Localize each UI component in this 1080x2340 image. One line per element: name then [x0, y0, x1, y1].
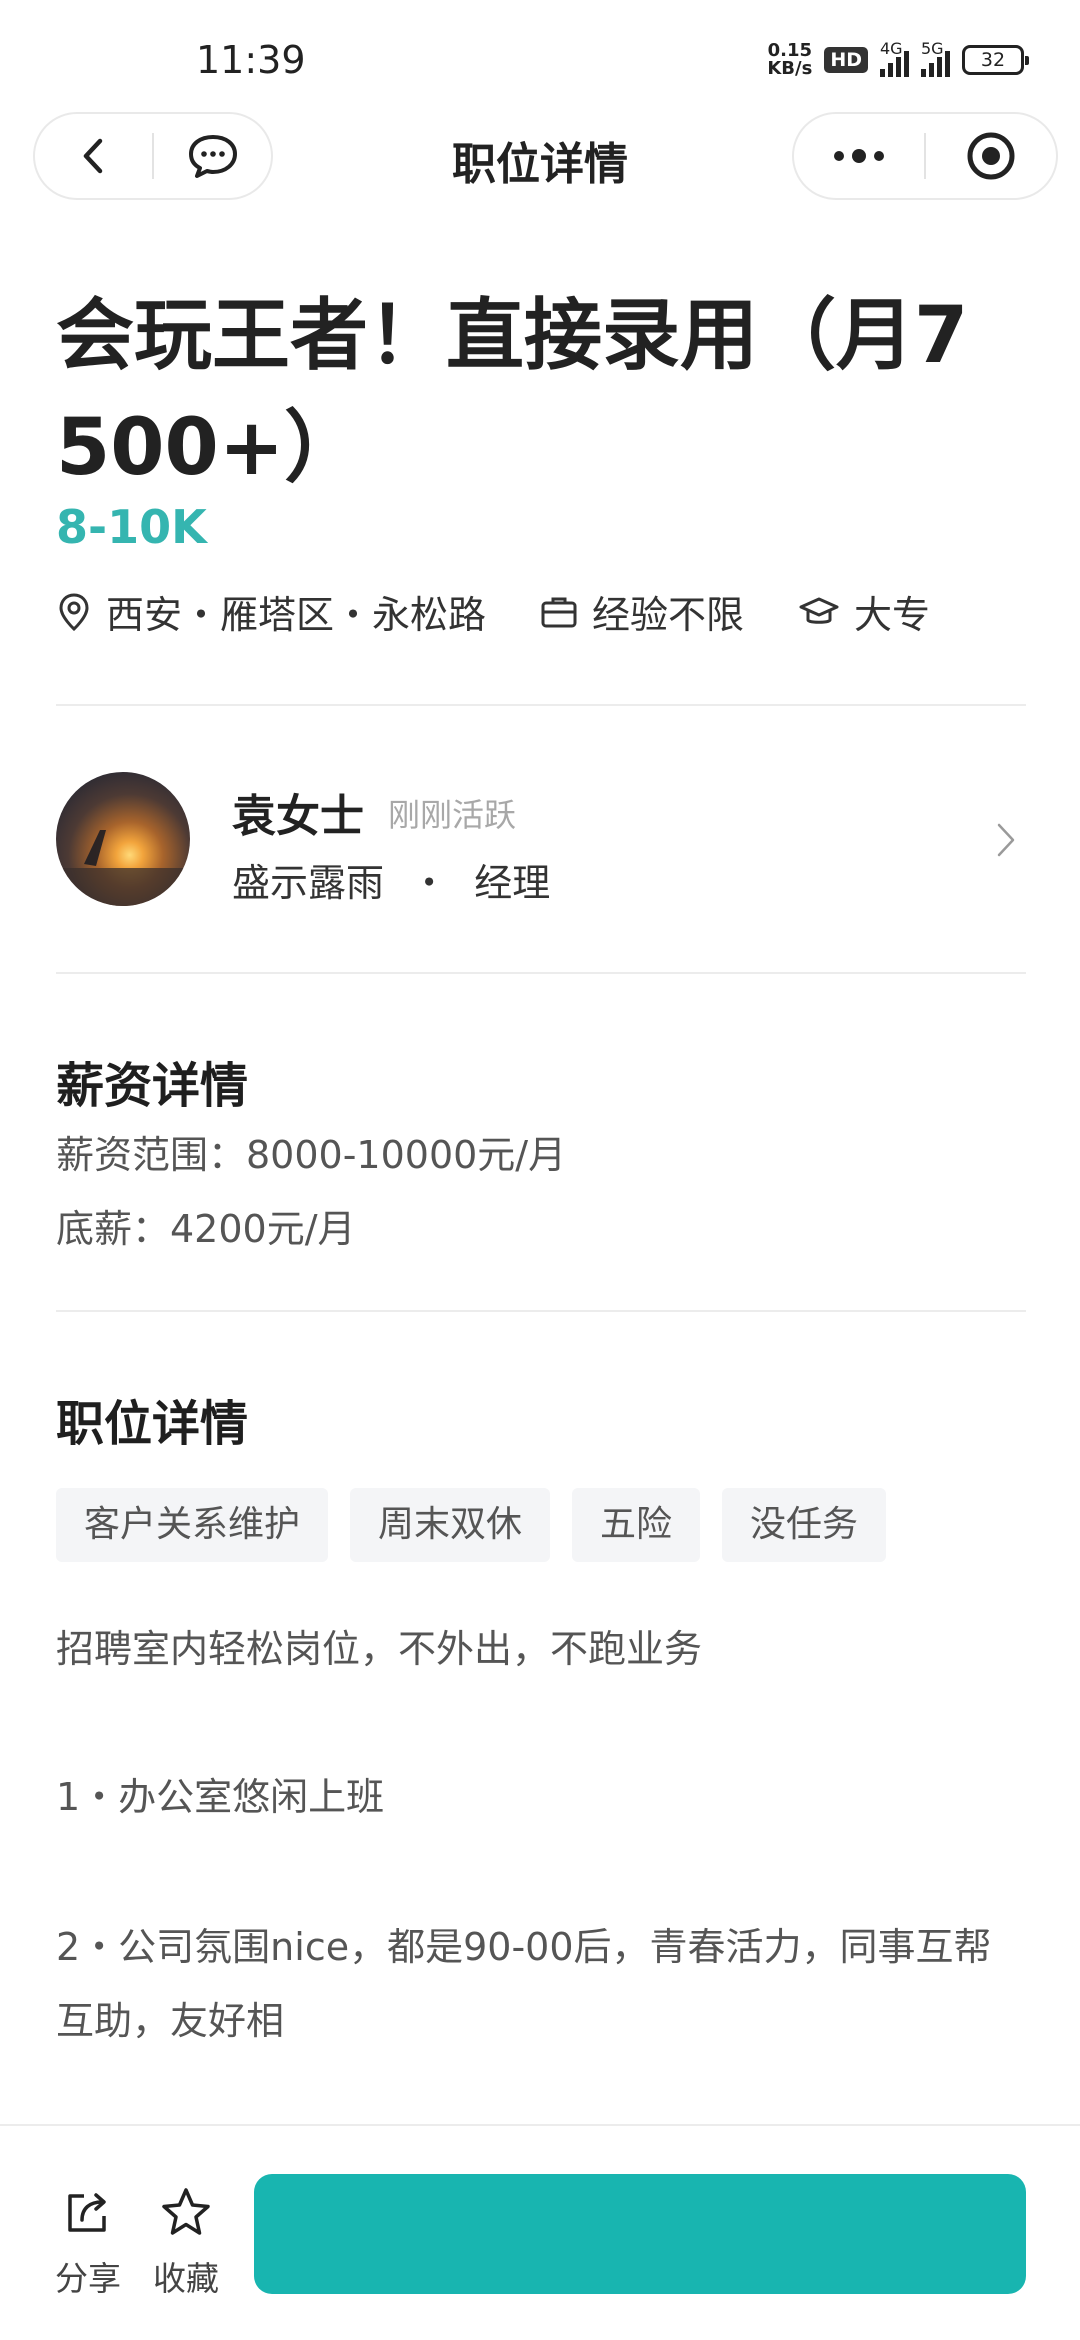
- job-experience: 经验不限: [540, 584, 744, 639]
- share-icon: [68, 2193, 106, 2232]
- close-miniprogram-button[interactable]: [926, 114, 1056, 198]
- recruiter-company: 盛示露雨: [232, 861, 385, 905]
- job-title: 会玩王者！直接录用（月7500+）: [56, 291, 969, 493]
- briefcase-icon: [541, 597, 577, 627]
- job-salary: 8-10K: [56, 500, 207, 554]
- job-tag: 客户关系维护: [56, 1488, 329, 1562]
- hd-voice-icon: HD: [824, 47, 868, 73]
- location-pin-icon: [59, 592, 89, 631]
- salary-details-title: 薪资详情: [56, 1058, 249, 1114]
- recruiter-active-status: 刚刚活跃: [388, 796, 517, 834]
- graduation-cap-icon: [799, 597, 839, 624]
- job-description-point: 1・办公室悠闲上班: [56, 1775, 385, 1819]
- share-button[interactable]: 分享: [48, 2186, 128, 2300]
- job-description-intro: 招聘室内轻松岗位，不外出，不跑业务: [56, 1627, 703, 1671]
- chevron-right-icon: [997, 823, 1015, 857]
- status-indicators: 0.15 KB/s HD 4G 5G 32: [767, 39, 1029, 80]
- salary-range: 薪资范围：8000-10000元/月: [56, 1133, 567, 1177]
- recruiter-role-separator: ・: [410, 861, 449, 905]
- job-tags: 客户关系维护 周末双休 五险 没任务: [56, 1488, 887, 1562]
- status-time: 11:39: [196, 38, 306, 82]
- battery-icon: 32: [962, 45, 1029, 75]
- target-circle-icon: [967, 132, 1015, 180]
- job-meta: 西安・雁塔区・永松路 经验不限 大专: [56, 584, 984, 639]
- job-experience-text: 经验不限: [592, 593, 745, 637]
- signal-4g-icon: 4G: [880, 39, 909, 77]
- divider: [56, 704, 1026, 706]
- star-icon: [162, 2188, 210, 2235]
- job-tag: 没任务: [722, 1488, 887, 1562]
- status-bar: 11:39 0.15 KB/s HD 4G 5G 32: [0, 0, 1080, 110]
- job-detail-page: 11:39 0.15 KB/s HD 4G 5G 32 职位详情 会玩王者！直接…: [0, 0, 1080, 2340]
- signal-4g-label: 4G: [880, 39, 903, 58]
- nav-bar: 职位详情: [0, 110, 1080, 210]
- divider: [56, 1310, 1026, 1312]
- salary-base: 底薪：4200元/月: [56, 1207, 356, 1251]
- job-tag: 周末双休: [350, 1488, 551, 1562]
- more-options-button[interactable]: [794, 114, 924, 198]
- job-education-text: 大专: [854, 593, 931, 637]
- recruiter-company-role: 盛示露雨 ・ 经理: [232, 852, 550, 907]
- divider: [56, 972, 1026, 974]
- nav-right-capsule: [792, 112, 1058, 200]
- recruiter-name: 袁女士: [232, 791, 364, 842]
- more-dots-icon: [834, 149, 884, 163]
- signal-5g-label: 5G: [921, 39, 944, 58]
- recruiter-card[interactable]: 袁女士 刚刚活跃 盛示露雨 ・ 经理: [56, 760, 1026, 920]
- network-speed: 0.15 KB/s: [767, 42, 812, 78]
- bottom-action-bar: 分享 收藏: [0, 2124, 1080, 2340]
- job-education: 大专: [798, 584, 930, 639]
- job-tag: 五险: [572, 1488, 701, 1562]
- network-speed-unit: KB/s: [767, 58, 813, 79]
- job-description-point: 2・公司氛围nice，都是90-00后，青春活力，同事互帮互助，友好相: [56, 1925, 992, 2043]
- job-location: 西安・雁塔区・永松路: [56, 584, 486, 639]
- position-details-title: 职位详情: [56, 1396, 249, 1452]
- apply-button[interactable]: [254, 2174, 1026, 2294]
- job-location-text: 西安・雁塔区・永松路: [106, 593, 487, 637]
- favorite-label: 收藏: [153, 2259, 219, 2298]
- share-label: 分享: [55, 2259, 121, 2298]
- avatar: [56, 772, 190, 906]
- recruiter-role: 经理: [474, 861, 551, 905]
- favorite-button[interactable]: 收藏: [146, 2186, 226, 2300]
- signal-5g-icon: 5G: [921, 39, 950, 77]
